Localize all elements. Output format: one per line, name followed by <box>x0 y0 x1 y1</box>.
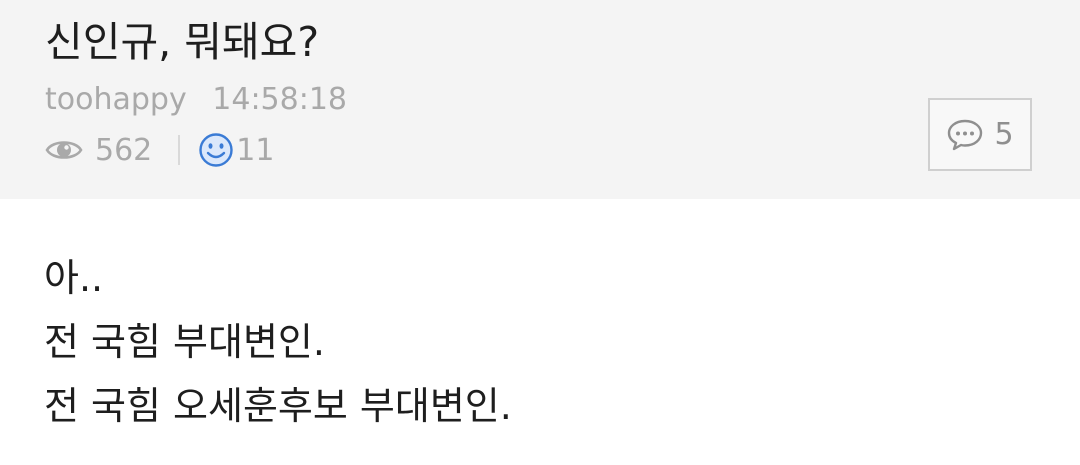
post-stats: 562 11 <box>45 128 274 172</box>
smiley-icon[interactable] <box>198 132 234 168</box>
comments-button[interactable]: 5 <box>928 98 1032 171</box>
like-count: 11 <box>236 132 275 168</box>
comment-count: 5 <box>994 117 1014 152</box>
author-name[interactable]: toohappy <box>45 82 187 117</box>
body-line: 전 국힘 부대변인. <box>44 320 325 364</box>
speech-bubble-icon <box>948 119 983 150</box>
body-line: 전 국힘 오세훈후보 부대변인. <box>44 384 512 428</box>
stats-divider <box>178 135 181 165</box>
view-count: 562 <box>95 132 153 168</box>
body-line: 아.. <box>44 256 104 300</box>
post-title: 신인규, 뭐돼요? <box>45 18 320 66</box>
post-meta: toohappy 14:58:18 <box>45 80 347 120</box>
post-body: 아.. 전 국힘 부대변인. 전 국힘 오세훈후보 부대변인. <box>44 246 512 438</box>
eye-icon <box>45 141 83 159</box>
post-header: 신인규, 뭐돼요? toohappy 14:58:18 562 11 5 <box>0 0 1080 199</box>
post-time: 14:58:18 <box>212 82 348 117</box>
